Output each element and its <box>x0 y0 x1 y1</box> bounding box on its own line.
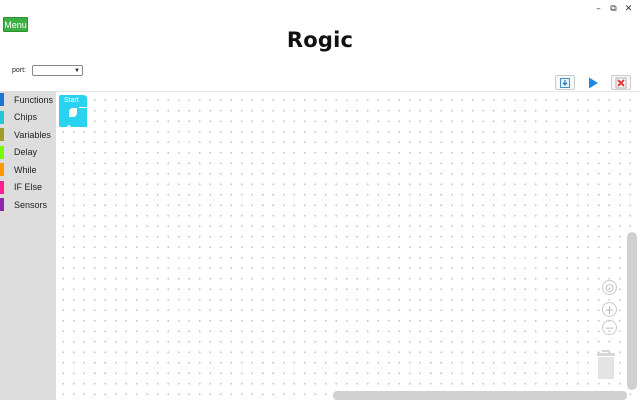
category-label: Chips <box>14 112 38 123</box>
category-label: Sensors <box>14 199 48 210</box>
category-color-swatch <box>0 198 4 211</box>
category-color-swatch <box>0 163 4 176</box>
port-select[interactable]: ▼ <box>32 65 83 76</box>
category-label: Functions <box>14 94 54 105</box>
start-block-label: Start <box>64 97 79 104</box>
category-color-swatch <box>0 128 4 141</box>
category-sensors[interactable]: Sensors <box>0 196 56 214</box>
app-window: – ⧉ ✕ Menu Rogic port: ▼ Functions Chips… <box>0 0 640 400</box>
stop-icon <box>615 77 627 88</box>
restore-button[interactable]: ⧉ <box>606 2 621 16</box>
download-button[interactable] <box>555 75 575 90</box>
category-chips[interactable]: Chips <box>0 109 56 127</box>
category-variables[interactable]: Variables <box>0 126 56 144</box>
category-delay[interactable]: Delay <box>0 144 56 162</box>
plus-icon: + <box>604 302 615 317</box>
horizontal-scrollbar[interactable] <box>333 391 627 400</box>
category-color-swatch <box>0 110 4 124</box>
category-color-swatch <box>0 180 4 194</box>
target-icon: ⊙ <box>604 280 615 295</box>
minus-icon: − <box>604 320 615 335</box>
chevron-down-icon: ▼ <box>74 68 80 74</box>
window-controls: – ⧉ ✕ <box>591 2 636 16</box>
trash-icon[interactable] <box>596 350 616 380</box>
page-title: Rogic <box>286 28 354 52</box>
download-icon <box>560 77 570 88</box>
zoom-out-button[interactable]: − <box>602 320 617 335</box>
category-label: IF Else <box>14 182 43 193</box>
category-while[interactable]: While <box>0 161 56 179</box>
category-color-swatch <box>0 93 4 106</box>
category-label: Delay <box>14 147 38 158</box>
category-if-else[interactable]: IF Else <box>0 179 56 197</box>
toolbox: Functions Chips Variables Delay While IF… <box>0 91 56 400</box>
port-label: port: <box>12 67 27 74</box>
close-button[interactable]: ✕ <box>621 2 636 16</box>
category-label: While <box>14 164 37 175</box>
minimize-button[interactable]: – <box>591 2 606 16</box>
category-color-swatch <box>0 145 4 159</box>
stop-button[interactable] <box>611 75 631 90</box>
zoom-reset-button[interactable]: ⊙ <box>602 280 617 295</box>
run-button[interactable] <box>583 75 603 90</box>
zoom-in-button[interactable]: + <box>602 302 617 317</box>
category-label: Variables <box>14 129 51 140</box>
vertical-scrollbar[interactable] <box>627 232 637 390</box>
play-icon <box>589 77 598 88</box>
category-functions[interactable]: Functions <box>0 91 56 109</box>
block-workspace[interactable] <box>56 91 640 400</box>
